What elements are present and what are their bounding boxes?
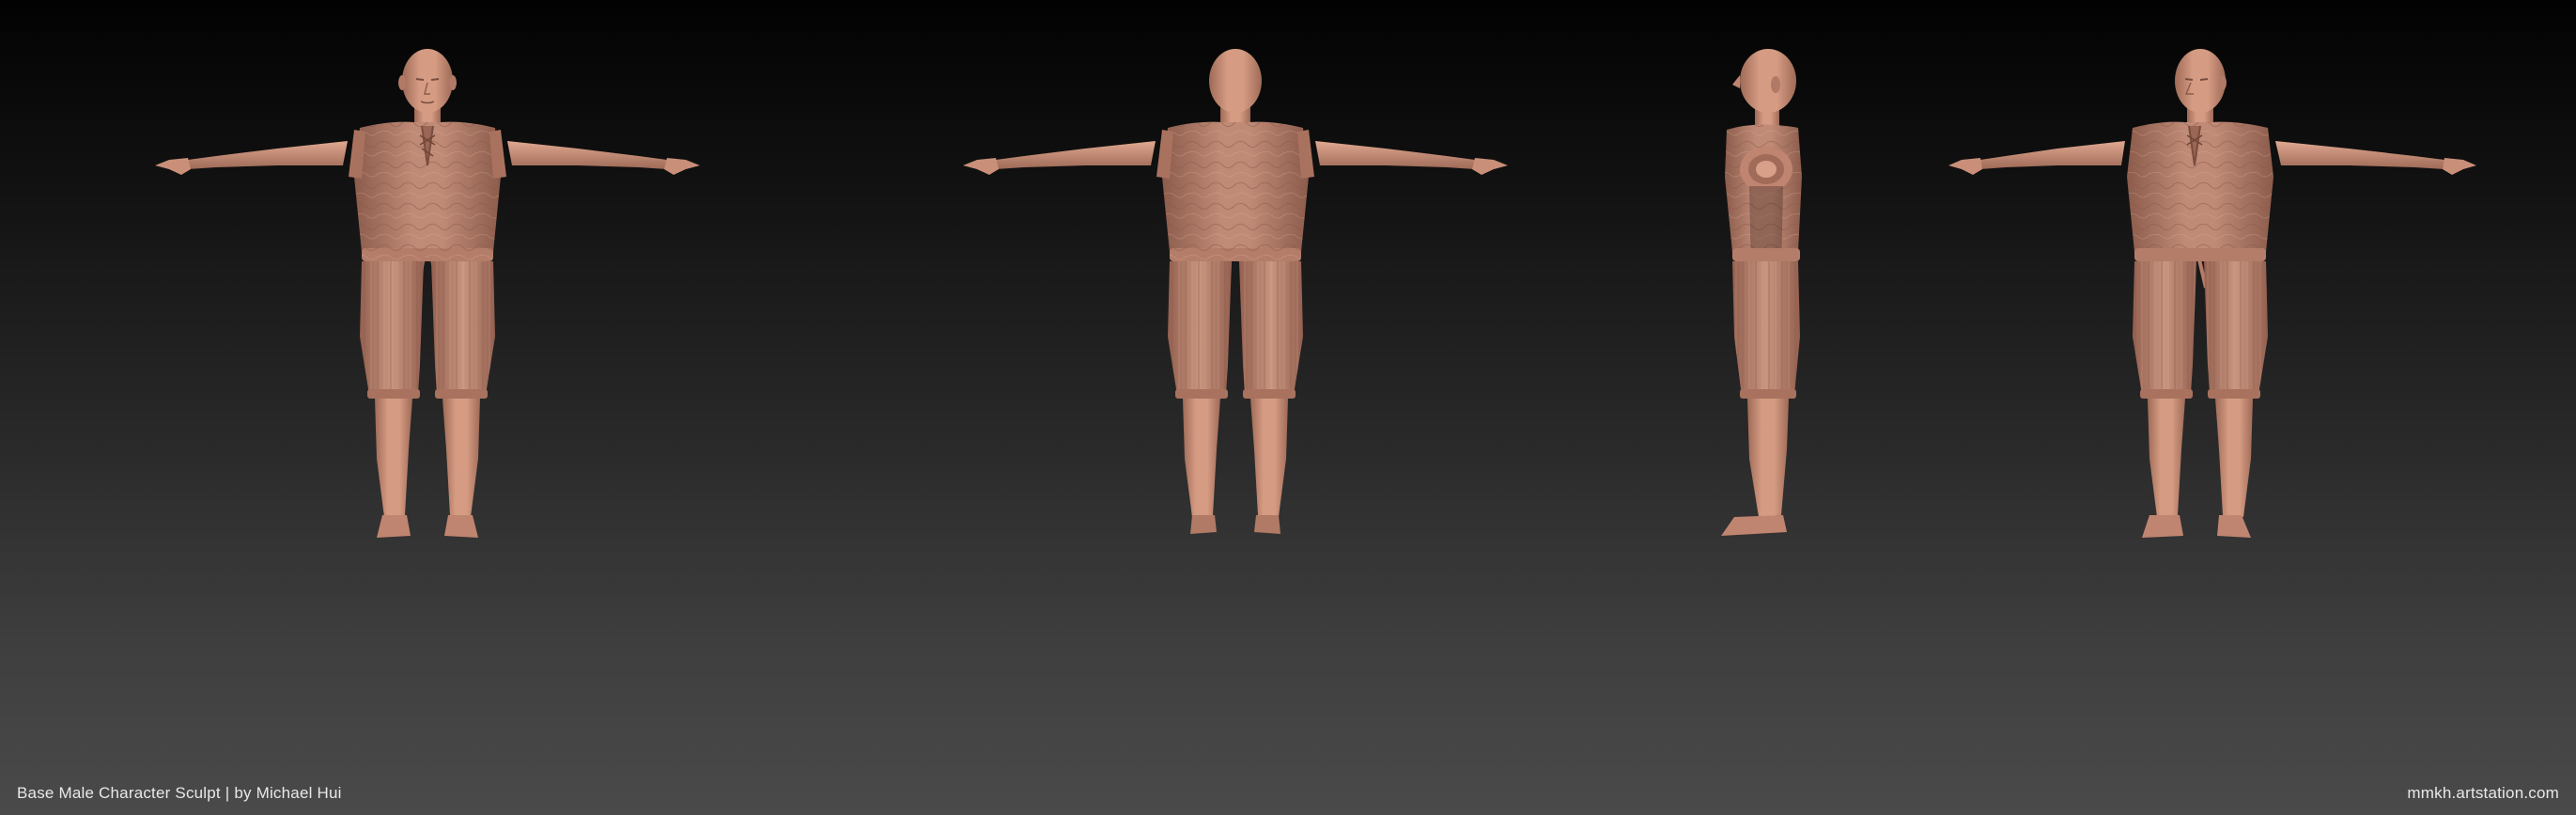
artwork-title: Base Male Character Sculpt | by Michael … xyxy=(17,784,342,802)
character-turnaround xyxy=(153,47,2476,540)
render-stage: Base Male Character Sculpt | by Michael … xyxy=(0,0,2576,815)
artist-site-link[interactable]: mmkh.artstation.com xyxy=(2407,784,2559,803)
figure-three-quarter-icon xyxy=(1948,49,2476,538)
figure-back-icon xyxy=(963,49,1508,534)
figure-front-icon xyxy=(153,47,702,540)
figure-side-icon xyxy=(1721,49,1802,536)
